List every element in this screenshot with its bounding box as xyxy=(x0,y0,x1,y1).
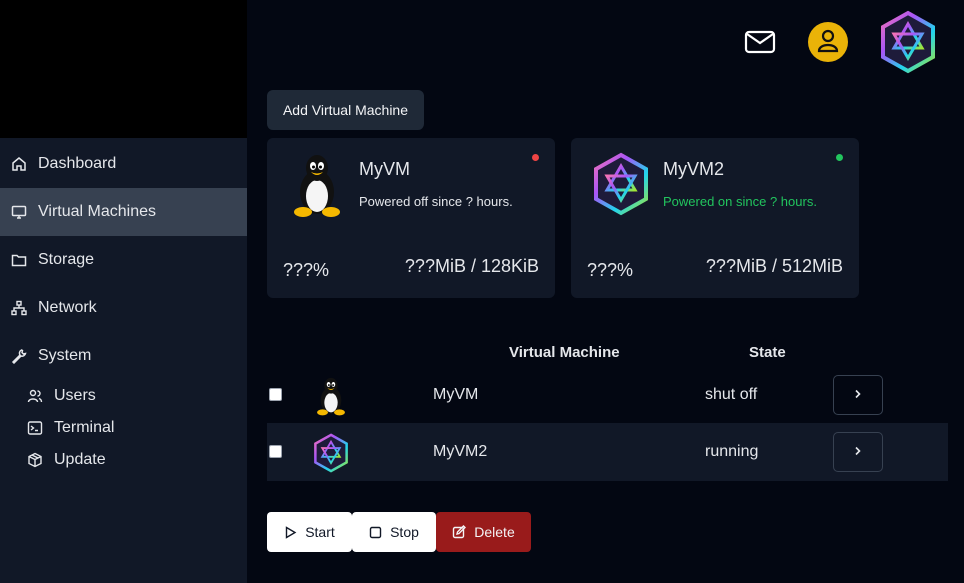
column-header-virtual-machine: Virtual Machine xyxy=(509,344,620,361)
linux-penguin-icon xyxy=(285,152,349,218)
open-vm-button[interactable] xyxy=(833,432,883,472)
wrench-icon xyxy=(10,347,28,365)
sidebar-item-label: Update xyxy=(54,451,106,468)
row-checkbox[interactable] xyxy=(269,388,282,401)
open-vm-button[interactable] xyxy=(833,375,883,415)
play-icon xyxy=(284,525,297,539)
sidebar-header xyxy=(0,0,247,138)
sidebar-item-label: Dashboard xyxy=(38,155,117,172)
app-root: Dashboard Virtual Machines Storage Netwo… xyxy=(0,0,964,583)
sidebar: Dashboard Virtual Machines Storage Netwo… xyxy=(0,0,247,583)
sidebar-item-label: Network xyxy=(38,299,97,316)
vm-card-name: MyVM2 xyxy=(663,159,725,179)
vm-card-cpu: ???% xyxy=(587,260,634,280)
home-icon xyxy=(10,155,28,173)
row-checkbox[interactable] xyxy=(269,445,282,458)
vm-card-memory: ???MiB / 512MiB xyxy=(705,256,843,276)
vm-card-name: MyVM xyxy=(359,159,410,179)
vm-state: running xyxy=(705,443,759,460)
sidebar-nav: Dashboard Virtual Machines Storage Netwo… xyxy=(0,140,247,476)
users-icon xyxy=(26,387,44,405)
sidebar-item-virtual-machines[interactable]: Virtual Machines xyxy=(0,188,247,236)
linux-penguin-icon xyxy=(311,376,351,416)
chevron-right-icon xyxy=(853,386,863,404)
hexagon-logo-icon[interactable] xyxy=(876,10,940,74)
sidebar-item-system[interactable]: System xyxy=(0,332,247,380)
vm-state: shut off xyxy=(705,386,758,403)
start-button[interactable]: Start xyxy=(267,512,352,552)
vm-card[interactable]: MyVM Powered off since ? hours. ???% ???… xyxy=(267,138,555,298)
sidebar-item-label: Virtual Machines xyxy=(38,203,156,220)
network-icon xyxy=(10,299,28,317)
folder-icon xyxy=(10,251,28,269)
stop-button[interactable]: Stop xyxy=(352,512,436,552)
sidebar-item-users[interactable]: Users xyxy=(0,380,247,412)
terminal-icon xyxy=(26,419,44,437)
vm-card-memory: ???MiB / 128KiB xyxy=(404,256,539,276)
chevron-right-icon xyxy=(853,443,863,461)
monitor-icon xyxy=(10,203,28,221)
stop-icon xyxy=(369,526,382,539)
status-dot xyxy=(532,154,539,161)
mail-icon[interactable] xyxy=(744,26,776,58)
column-header-state: State xyxy=(749,344,786,361)
vm-card[interactable]: MyVM2 Powered on since ? hours. ???% ???… xyxy=(571,138,859,298)
user-avatar-button[interactable] xyxy=(808,22,848,62)
sidebar-item-storage[interactable]: Storage xyxy=(0,236,247,284)
table-row: MyVM2 running xyxy=(267,423,948,481)
sidebar-item-terminal[interactable]: Terminal xyxy=(0,412,247,444)
table-row: MyVM shut off xyxy=(267,366,948,424)
edit-delete-icon xyxy=(452,525,467,539)
user-icon xyxy=(814,26,842,59)
vm-card-status: Powered on since ? hours. xyxy=(663,194,817,209)
package-icon xyxy=(26,451,44,469)
hexagon-logo-icon xyxy=(589,152,653,218)
sidebar-item-update[interactable]: Update xyxy=(0,444,247,476)
status-dot xyxy=(836,154,843,161)
vm-name: MyVM2 xyxy=(433,443,488,460)
vm-card-cpu: ???% xyxy=(283,260,330,280)
hexagon-logo-icon xyxy=(311,433,351,473)
stop-label: Stop xyxy=(390,524,419,540)
vm-card-status: Powered off since ? hours. xyxy=(359,194,513,209)
sidebar-item-network[interactable]: Network xyxy=(0,284,247,332)
sidebar-item-label: Users xyxy=(54,387,96,404)
sidebar-item-label: Terminal xyxy=(54,419,115,436)
sidebar-item-label: System xyxy=(38,347,92,364)
delete-button[interactable]: Delete xyxy=(436,512,531,552)
delete-label: Delete xyxy=(474,524,515,540)
sidebar-item-dashboard[interactable]: Dashboard xyxy=(0,140,247,188)
start-label: Start xyxy=(305,524,335,540)
sidebar-item-label: Storage xyxy=(38,251,95,268)
add-virtual-machine-button[interactable]: Add Virtual Machine xyxy=(267,90,424,130)
vm-name: MyVM xyxy=(433,386,479,403)
